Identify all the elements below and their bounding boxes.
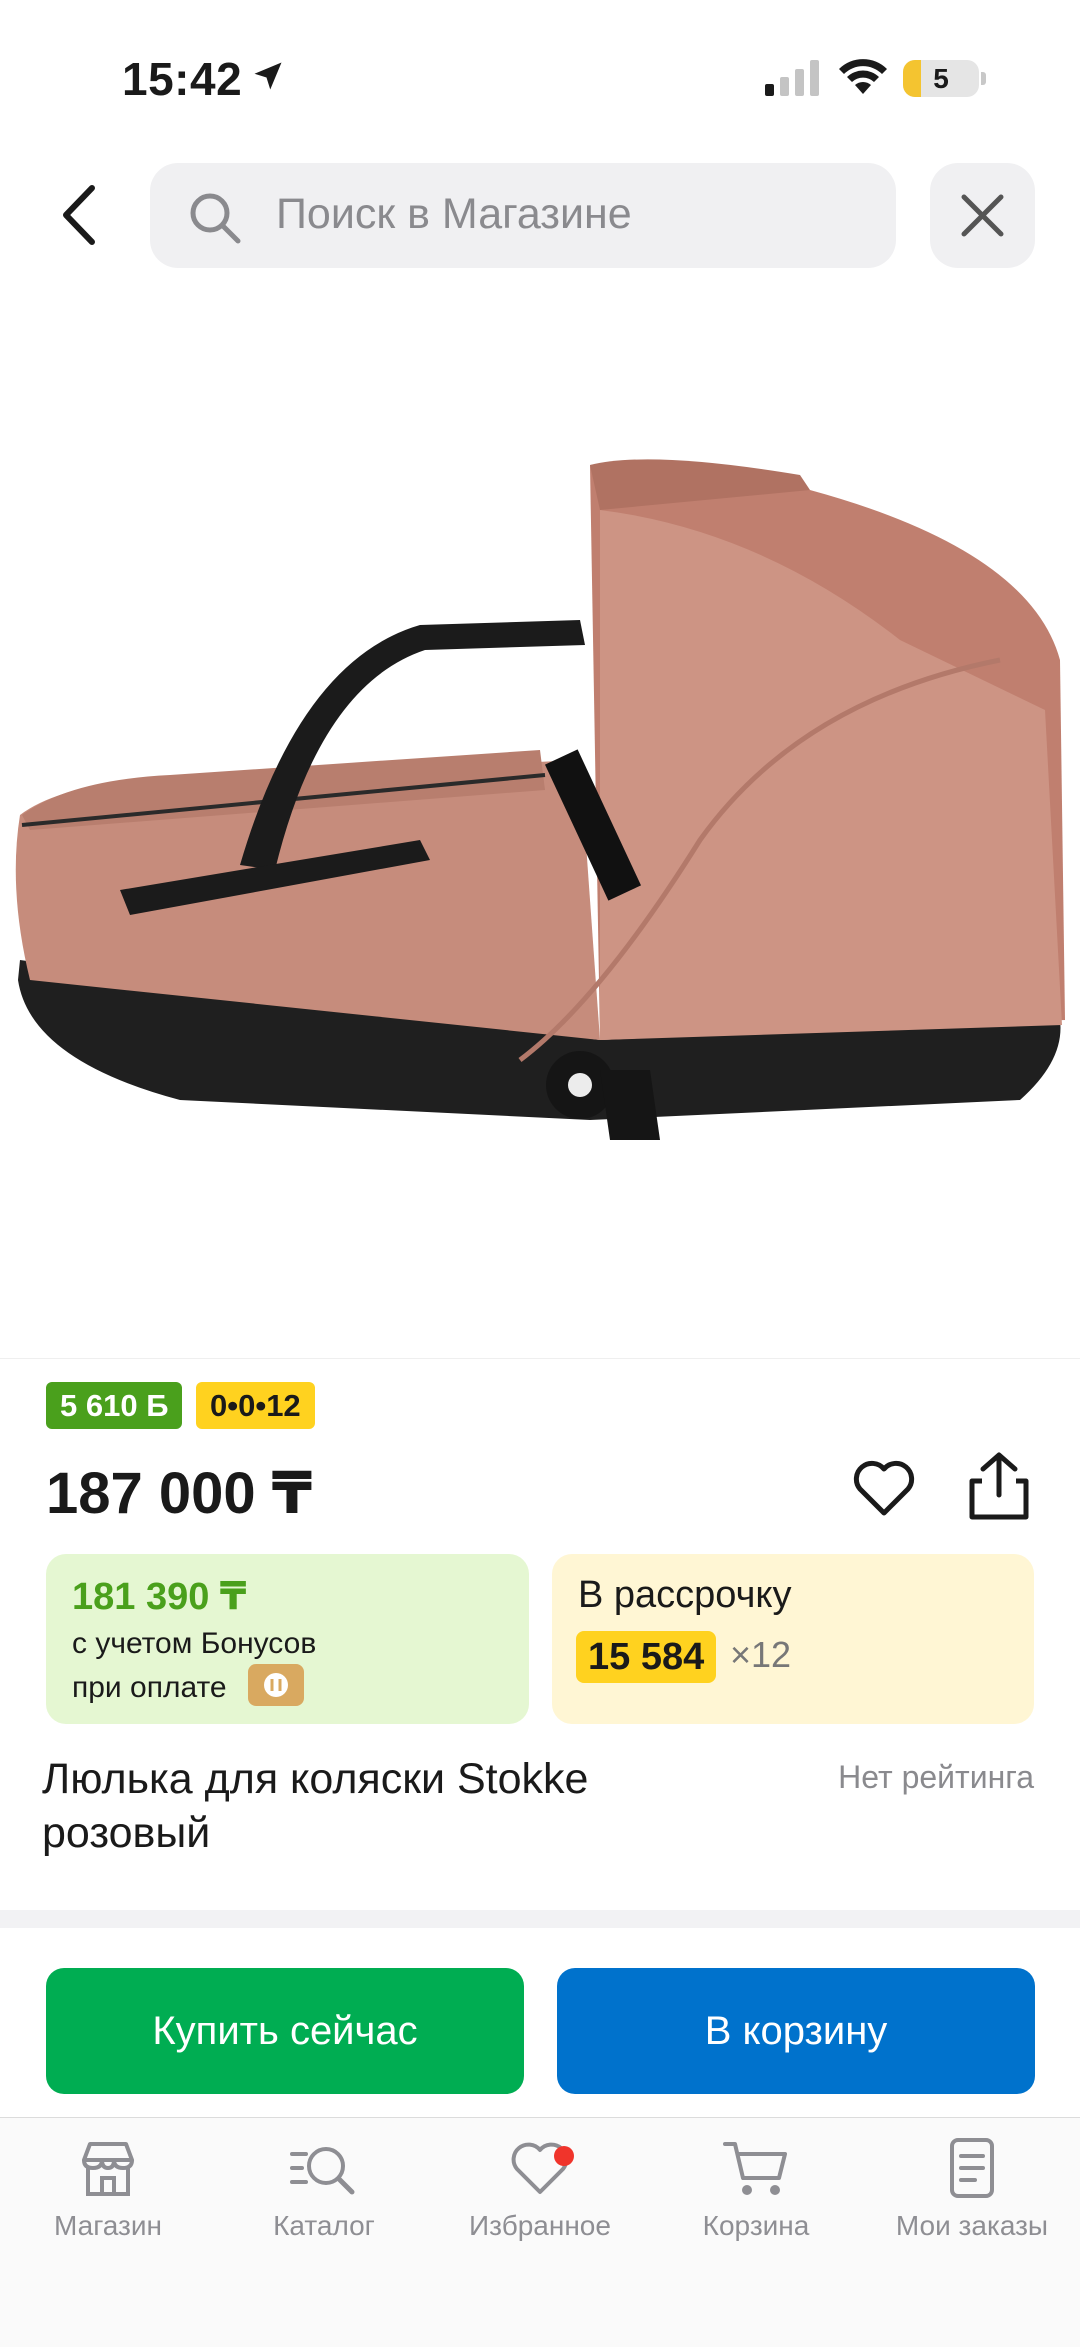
installment-times: ×12	[730, 1634, 792, 1675]
search-placeholder: Поиск в Магазине	[276, 190, 632, 238]
bottom-nav: Магазин Каталог Избранное Корзина Мои за…	[0, 2117, 1080, 2347]
product-price: 187 000 ₸	[46, 1461, 313, 1526]
nav-item-orders[interactable]: Мои заказы	[864, 2136, 1080, 2276]
product-image[interactable]	[0, 420, 1080, 1210]
nav-label-favorites: Избранное	[469, 2210, 611, 2241]
heart-icon	[853, 1460, 915, 1516]
orders-icon	[950, 2138, 994, 2198]
shop-icon	[82, 2142, 134, 2196]
nav-label-cart: Корзина	[702, 2210, 810, 2241]
catalog-search-icon	[290, 2147, 355, 2195]
status-time: 15:42	[122, 53, 243, 105]
favorite-button[interactable]	[852, 1457, 916, 1521]
section-divider	[0, 1910, 1080, 1928]
battery-level: 5	[933, 63, 949, 94]
nav-label-shop: Магазин	[53, 2210, 162, 2241]
share-icon	[969, 1452, 1029, 1520]
installment-badge: 0•0•12	[196, 1382, 315, 1429]
bonus-price: 181 390 ₸	[72, 1576, 247, 1618]
share-button[interactable]	[966, 1451, 1032, 1521]
location-arrow-icon	[250, 58, 286, 99]
payment-method-icon	[248, 1664, 304, 1706]
product-card: 5 610 Б 0•0•12 187 000 ₸ 181 390 ₸ с уче…	[0, 1358, 1080, 1910]
installment-amount: 15 584	[576, 1631, 717, 1683]
installment-box[interactable]: В рассрочку 15 584 ×12	[552, 1554, 1034, 1724]
battery-icon: 5	[903, 60, 979, 97]
battery-tip	[981, 72, 986, 85]
cart-icon	[723, 2142, 787, 2195]
back-button[interactable]	[52, 180, 112, 250]
notification-dot	[554, 2146, 574, 2166]
buy-now-button[interactable]: Купить сейчас	[46, 1968, 524, 2094]
nav-label-orders: Мои заказы	[895, 2210, 1049, 2241]
close-button[interactable]	[930, 163, 1035, 268]
cell-signal-icon	[765, 60, 821, 101]
rating-status[interactable]: Нет рейтинга	[838, 1759, 1034, 1796]
nav-item-catalog[interactable]: Каталог	[216, 2136, 432, 2276]
search-icon	[186, 189, 242, 250]
bonus-note: с учетом Бонусов	[72, 1627, 317, 1660]
product-title: Люлька для коляски Stokke розовый	[42, 1755, 589, 1857]
add-to-cart-button[interactable]: В корзину	[557, 1968, 1035, 2094]
nav-item-favorites[interactable]: Избранное	[432, 2136, 648, 2276]
close-icon	[961, 194, 1004, 237]
bonus-pay-note: при оплате	[72, 1671, 227, 1704]
nav-item-shop[interactable]: Магазин	[0, 2136, 216, 2276]
nav-item-cart[interactable]: Корзина	[648, 2136, 864, 2276]
nav-label-catalog: Каталог	[273, 2210, 375, 2241]
bonus-badge: 5 610 Б	[46, 1382, 183, 1429]
bonus-price-box[interactable]: 181 390 ₸ с учетом Бонусов при оплате	[46, 1554, 529, 1724]
installment-label: В рассрочку	[578, 1574, 792, 1616]
status-bar: 15:42 5	[0, 0, 1080, 150]
wifi-icon	[838, 56, 888, 101]
search-input[interactable]: Поиск в Магазине	[150, 163, 896, 268]
